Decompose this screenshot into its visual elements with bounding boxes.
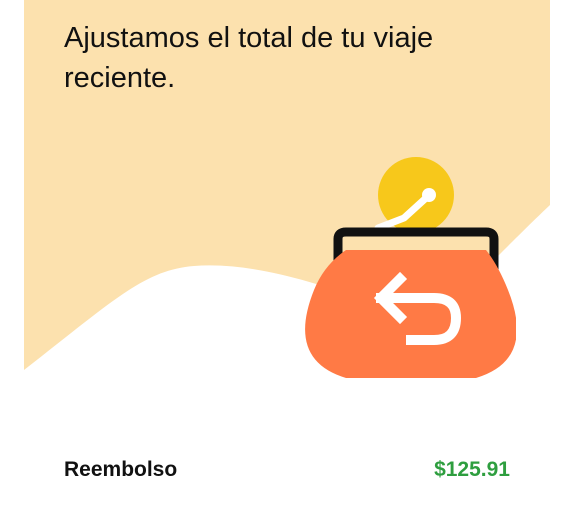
refund-label: Reembolso xyxy=(64,458,178,481)
wallet-body xyxy=(305,250,516,378)
adjustment-headline: Ajustamos el total de tu viaje reciente. xyxy=(64,22,434,94)
refund-row: Reembolso $125.91 xyxy=(64,455,510,485)
trip-adjustment-card: Ajustamos el total de tu viaje reciente.… xyxy=(24,0,550,530)
refund-amount: $125.91 xyxy=(434,458,510,481)
refund-wallet-icon xyxy=(305,157,516,378)
